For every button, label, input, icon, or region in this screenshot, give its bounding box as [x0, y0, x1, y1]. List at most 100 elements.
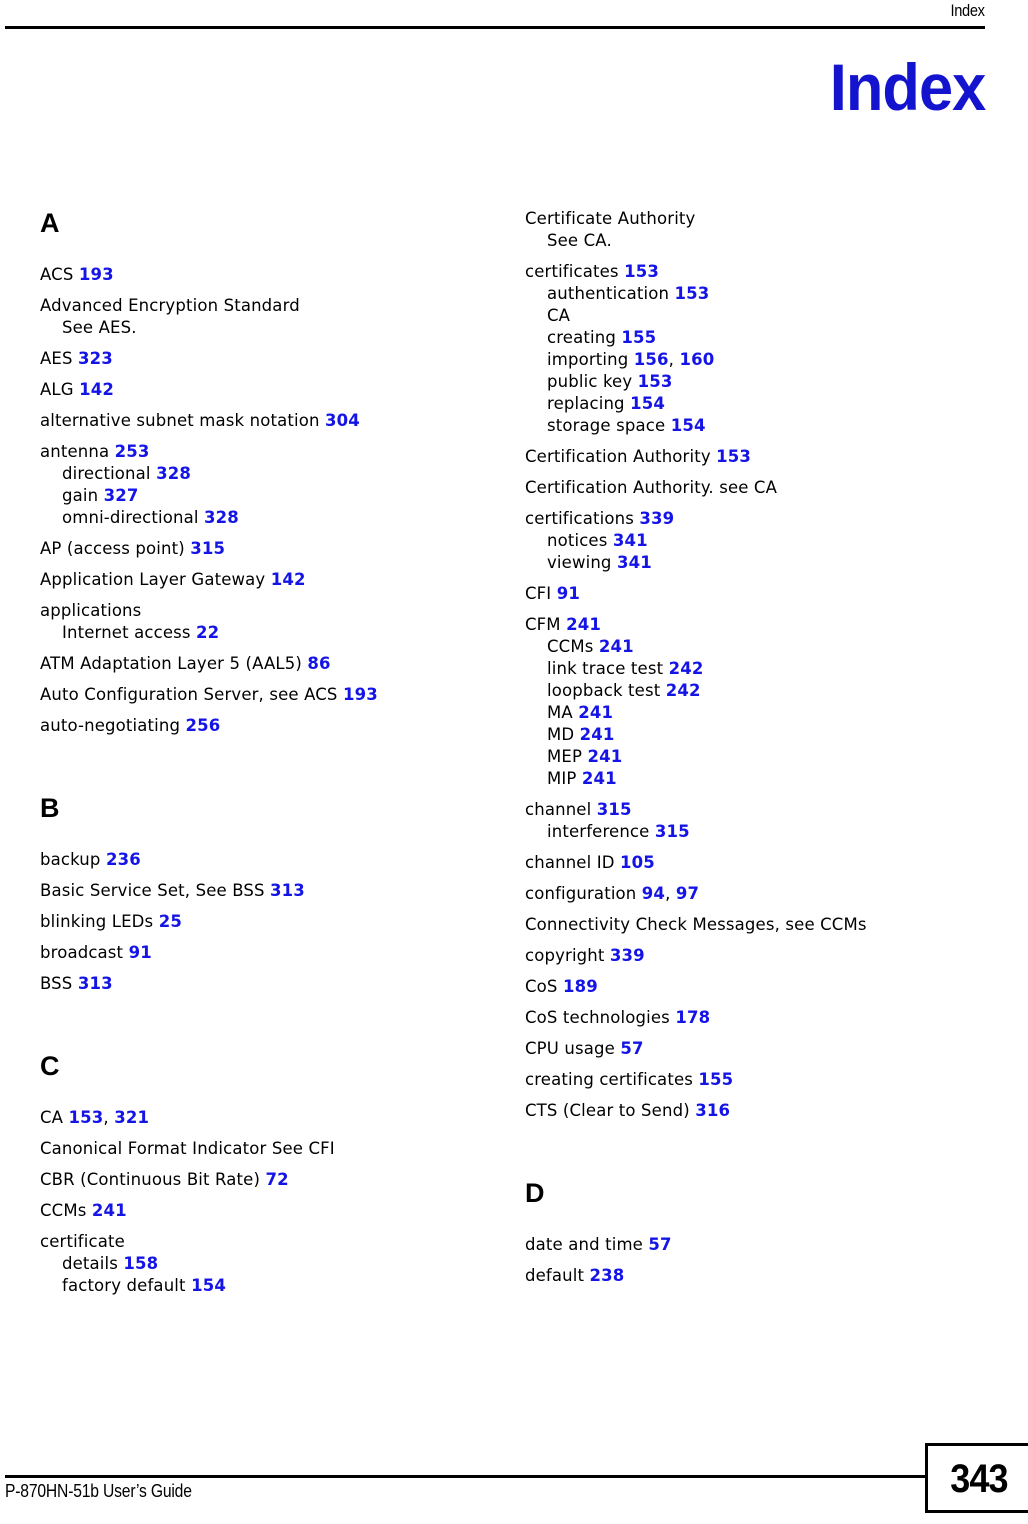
index-page-reference[interactable]: 313 [270, 881, 305, 900]
index-page-reference[interactable]: 323 [78, 349, 113, 368]
index-page-reference[interactable]: 142 [271, 570, 306, 589]
index-page-reference[interactable]: 339 [639, 509, 674, 528]
index-page-reference[interactable]: 313 [78, 974, 113, 993]
index-subentry: MA 241 [525, 702, 975, 724]
index-entry-list: Certificate Authority See CA. certificates… [525, 208, 975, 1122]
index-page-reference[interactable]: 253 [115, 442, 150, 461]
index-page-reference[interactable]: 22 [196, 623, 219, 642]
index-entry: Advanced Encryption Standard [40, 295, 490, 317]
index-page-reference[interactable]: 156 [634, 350, 669, 369]
header-divider-rule [5, 26, 985, 29]
index-entry-label: antenna [40, 442, 115, 461]
index-page-reference[interactable]: 155 [621, 328, 656, 347]
index-letter-heading: B [40, 793, 60, 823]
index-entry-label: certifications [525, 509, 640, 528]
index-entry: creating certificates 155 [525, 1069, 975, 1091]
index-page-separator: , [103, 1108, 115, 1127]
index-entry-label: CA [40, 1108, 69, 1127]
index-page-reference[interactable]: 105 [620, 853, 655, 872]
index-page-reference[interactable]: 153 [716, 447, 751, 466]
index-page-reference[interactable]: 142 [79, 380, 114, 399]
index-page-reference[interactable]: 242 [666, 681, 701, 700]
index-entry: CPU usage 57 [525, 1038, 975, 1060]
index-page-reference[interactable]: 91 [557, 584, 580, 603]
index-page-reference[interactable]: 154 [191, 1276, 226, 1295]
index-page-reference[interactable]: 158 [123, 1254, 158, 1273]
index-page-reference[interactable]: 241 [92, 1201, 127, 1220]
running-header: Index [5, 0, 985, 30]
index-letter-group: Ddate and time 57 default 238 [525, 1178, 975, 1287]
index-page-reference[interactable]: 25 [159, 912, 182, 931]
index-page-reference[interactable]: 315 [597, 800, 632, 819]
index-page-reference[interactable]: 316 [695, 1101, 730, 1120]
index-entry-label: ALG [40, 380, 80, 399]
index-subentry: importing 156, 160 [525, 349, 975, 371]
index-subentry: CCMs 241 [525, 636, 975, 658]
index-subentry: Internet access 22 [40, 622, 490, 644]
index-entry-label: public key [547, 372, 638, 391]
index-page-reference[interactable]: 327 [104, 486, 139, 505]
index-entry: Basic Service Set, See BSS 313 [40, 880, 490, 902]
index-page-reference[interactable]: 153 [674, 284, 709, 303]
index-page-reference[interactable]: 339 [610, 946, 645, 965]
index-entry-label: CoS technologies [525, 1008, 676, 1027]
index-page-reference[interactable]: 91 [129, 943, 152, 962]
index-entry-list: CA 153, 321 Canonical Format Indicator Se… [40, 1107, 490, 1297]
index-page-reference[interactable]: 155 [698, 1070, 733, 1089]
index-page-reference[interactable]: 153 [624, 262, 659, 281]
index-page-reference[interactable]: 238 [590, 1266, 625, 1285]
index-page-reference[interactable]: 315 [655, 822, 690, 841]
index-page-reference[interactable]: 94 [642, 884, 665, 903]
index-entry: Certificate Authority [525, 208, 975, 230]
index-page-reference[interactable]: 97 [676, 884, 699, 903]
index-page-reference[interactable]: 241 [587, 747, 622, 766]
index-page-separator: , [668, 350, 680, 369]
index-page-reference[interactable]: 321 [114, 1108, 149, 1127]
index-page-reference[interactable]: 160 [679, 350, 714, 369]
index-entry: Certification Authority. see CA [525, 477, 975, 499]
index-page-reference[interactable]: 241 [580, 725, 615, 744]
index-page-reference[interactable]: 304 [325, 411, 360, 430]
index-page-reference[interactable]: 86 [307, 654, 330, 673]
index-entry-label: auto-negotiating [40, 716, 186, 735]
index-subentry: details 158 [40, 1253, 490, 1275]
index-page-reference[interactable]: 178 [675, 1008, 710, 1027]
index-entry-label: alternative subnet mask notation [40, 411, 325, 430]
index-entry: certificates 153 [525, 261, 975, 283]
index-entry: Certification Authority 153 [525, 446, 975, 468]
index-page-reference[interactable]: 341 [613, 531, 648, 550]
index-entry: CBR (Continuous Bit Rate) 72 [40, 1169, 490, 1191]
index-page-reference[interactable]: 57 [648, 1235, 671, 1254]
index-page-reference[interactable]: 242 [669, 659, 704, 678]
index-page-reference[interactable]: 154 [630, 394, 665, 413]
index-page-reference[interactable]: 154 [671, 416, 706, 435]
index-page-reference[interactable]: 189 [563, 977, 598, 996]
index-page-reference[interactable]: 241 [566, 615, 601, 634]
index-entry-label: broadcast [40, 943, 129, 962]
index-page-reference[interactable]: 193 [79, 265, 114, 284]
index-page-reference[interactable]: 72 [265, 1170, 288, 1189]
index-subentry: replacing 154 [525, 393, 975, 415]
index-entry-label: Auto Configuration Server, see ACS [40, 685, 343, 704]
index-entry: broadcast 91 [40, 942, 490, 964]
index-entry-label: MEP [547, 747, 588, 766]
index-page-reference[interactable]: 328 [156, 464, 191, 483]
index-letter-group: Bbackup 236 Basic Service Set, See BSS 31… [40, 793, 490, 995]
index-page-reference[interactable]: 241 [599, 637, 634, 656]
index-page-reference[interactable]: 153 [69, 1108, 104, 1127]
index-page-reference[interactable]: 236 [106, 850, 141, 869]
index-page-reference[interactable]: 57 [620, 1039, 643, 1058]
index-page-reference[interactable]: 328 [204, 508, 239, 527]
index-page-reference[interactable]: 241 [582, 769, 617, 788]
index-page-reference[interactable]: 315 [190, 539, 225, 558]
index-page-reference[interactable]: 193 [343, 685, 378, 704]
index-entry-label: Certification Authority. see CA [525, 478, 778, 497]
index-entry: date and time 57 [525, 1234, 975, 1256]
index-page-reference[interactable]: 241 [578, 703, 613, 722]
index-entry: ALG 142 [40, 379, 490, 401]
index-entry: ACS 193 [40, 264, 490, 286]
index-page-reference[interactable]: 256 [186, 716, 221, 735]
index-page-reference[interactable]: 341 [617, 553, 652, 572]
index-page-reference[interactable]: 153 [638, 372, 673, 391]
index-entry-label: CPU usage [525, 1039, 621, 1058]
